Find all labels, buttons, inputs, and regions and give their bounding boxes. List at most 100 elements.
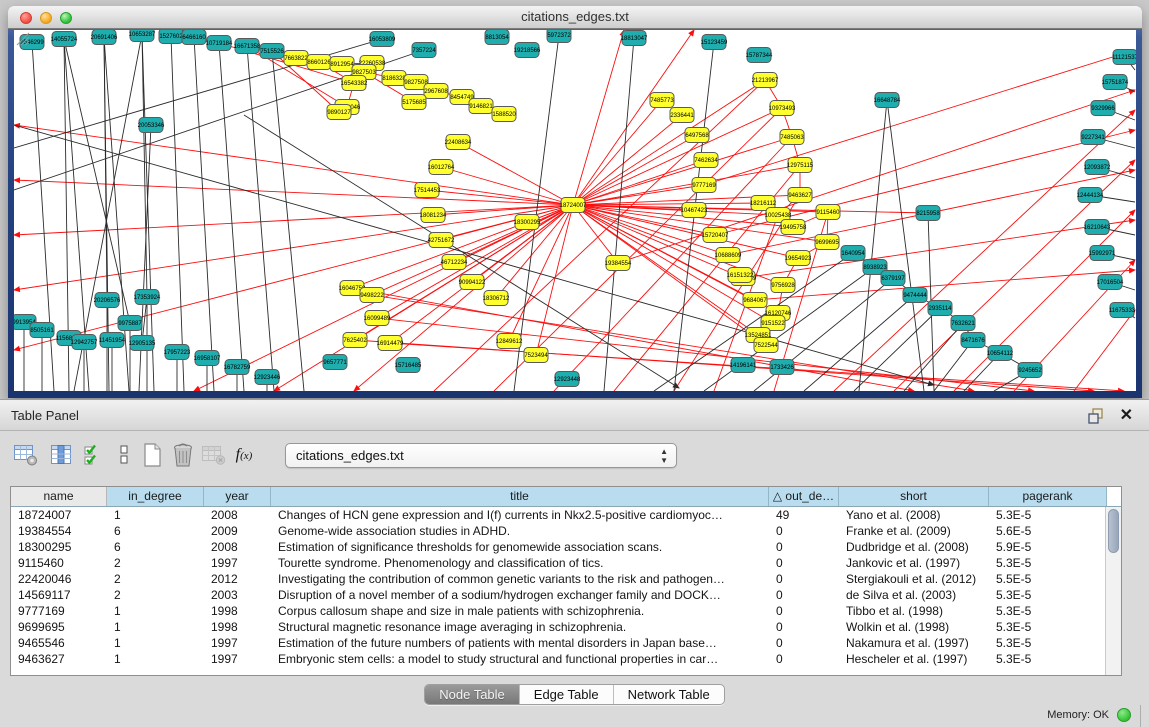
column-header-title[interactable]: title [271,487,769,506]
table-row[interactable]: 1456911722003Disruption of a novel membe… [11,587,1105,603]
network-node[interactable]: 8505161 [30,323,54,338]
network-node[interactable]: 15716485 [395,358,422,373]
network-node[interactable]: 16671358 [234,39,261,54]
table-row[interactable]: 969969511998Structural magnetic resonanc… [11,619,1105,635]
network-node[interactable]: 18813047 [621,31,648,46]
network-node[interactable]: 9115460 [816,205,840,220]
network-node[interactable]: 19495758 [780,220,807,235]
network-node[interactable]: 1588520 [492,107,516,122]
column-header-pagerank[interactable]: pagerank [989,487,1107,506]
network-node[interactable]: 11675333 [1109,303,1136,318]
network-node[interactable]: 12975115 [787,158,814,173]
network-node[interactable]: 18724007 [560,198,587,213]
network-node[interactable]: 7663822 [284,51,308,66]
network-node[interactable]: 9146821 [469,99,493,114]
network-node[interactable]: 9975887 [118,316,142,331]
network-node[interactable]: 17514453 [414,183,441,198]
network-node[interactable]: 42751672 [428,233,455,248]
window-titlebar[interactable]: citations_edges.txt [8,6,1142,29]
network-node[interactable]: 16151322 [727,268,754,283]
network-node[interactable]: 20691406 [91,30,118,45]
select-rows-icon[interactable] [80,441,108,469]
network-node[interactable]: 9498222 [360,288,384,303]
tab-edge-table[interactable]: Edge Table [520,685,614,704]
network-node[interactable]: 18300295 [514,215,541,230]
network-node[interactable]: 12923448 [554,372,581,387]
network-node[interactable]: 7522544 [754,338,778,353]
network-node[interactable]: 2935114 [928,301,952,316]
network-node[interactable]: 8813054 [485,30,509,45]
network-node[interactable]: 5972372 [547,30,571,43]
table-row[interactable]: 1830029562008Estimation of significance … [11,539,1105,555]
network-node[interactable]: 9329966 [1091,101,1115,116]
network-node[interactable]: 16648784 [874,93,901,108]
network-node[interactable]: 2336441 [670,108,694,123]
network-node[interactable]: 9245652 [1018,363,1042,378]
network-node[interactable]: 17957223 [164,345,191,360]
network-canvas[interactable]: 9546299140557242069140610653287152760264… [14,30,1136,391]
network-node[interactable]: 7462634 [694,153,718,168]
network-node[interactable]: 90994122 [459,275,486,290]
network-node[interactable]: 5175685 [402,95,426,110]
network-node[interactable]: 8186328 [382,71,406,86]
network-node[interactable]: 6466160 [182,30,206,45]
close-panel-icon[interactable]: ✕ [1120,405,1133,425]
network-node[interactable]: 11451954 [99,333,126,348]
network-node[interactable]: 11121537 [1112,50,1136,65]
network-node[interactable]: 46712234 [441,255,468,270]
network-node[interactable]: 7632621 [951,316,975,331]
delete-column-icon[interactable] [169,441,197,469]
network-node[interactable]: 16782759 [224,360,251,375]
network-node[interactable]: 18306712 [483,291,510,306]
network-node[interactable]: 16914479 [377,336,404,351]
network-node[interactable]: 12905135 [129,336,156,351]
network-node[interactable]: 15992971 [1089,246,1116,261]
network-node[interactable]: 15720407 [702,228,729,243]
table-row[interactable]: 1872400712008Changes of HCN gene express… [11,507,1105,523]
network-node[interactable]: 12942757 [71,335,98,350]
network-node[interactable]: 9699695 [815,235,839,250]
row-height-icon[interactable] [110,441,138,469]
table-row[interactable]: 946362711997Embryonic stem cells: a mode… [11,651,1105,667]
network-node[interactable]: 1733426 [770,360,794,375]
network-node[interactable]: 6379197 [881,271,905,286]
column-header-out_de[interactable]: △ out_de… [769,487,839,506]
network-node[interactable]: 8660126 [307,55,331,70]
network-node[interactable]: 15787344 [746,48,773,63]
network-node[interactable]: 16958107 [194,351,221,366]
network-node[interactable]: 20206576 [94,293,121,308]
network-node[interactable]: 19218566 [514,43,541,58]
tab-network-table[interactable]: Network Table [614,685,724,704]
network-node[interactable]: 7625402 [343,333,367,348]
network-node[interactable]: 12444134 [1077,188,1104,203]
network-node[interactable]: 10654112 [987,346,1014,361]
network-node[interactable]: 16053809 [369,32,396,47]
network-node[interactable]: 19384554 [605,256,632,271]
table-row[interactable]: 977716911998Corpus callosum shape and si… [11,603,1105,619]
table-row[interactable]: 2242004622012Investigating the contribut… [11,571,1105,587]
network-node[interactable]: 12093872 [1084,160,1111,175]
network-node[interactable]: 15123459 [701,35,728,50]
table-selector-dropdown[interactable]: citations_edges.txt ▲▼ [285,443,677,468]
network-node[interactable]: 7485063 [780,130,804,145]
network-node[interactable]: 14055724 [51,32,78,47]
network-node[interactable]: 10653287 [129,30,156,42]
network-node[interactable]: 9657771 [323,355,347,370]
network-node[interactable]: 20053346 [138,118,165,133]
network-node[interactable]: 16210643 [1084,220,1111,235]
network-node[interactable]: 8912954 [330,57,354,72]
new-table-icon[interactable] [138,441,166,469]
network-graph[interactable]: 9546299140557242069140610653287152760264… [14,30,1136,391]
network-node[interactable]: 10688609 [715,248,742,263]
network-node[interactable]: 8471676 [961,333,985,348]
network-node[interactable]: 9777169 [692,178,716,193]
network-node[interactable]: 9227341 [1081,130,1105,145]
network-node[interactable]: 7357224 [412,43,436,58]
column-header-name[interactable]: name [11,487,107,506]
network-node[interactable]: 9463627 [788,188,812,203]
network-node[interactable]: 16543382 [341,76,368,91]
network-node[interactable]: 21213967 [752,73,779,88]
column-visibility-icon[interactable] [47,441,75,469]
network-node[interactable]: 14196141 [730,358,757,373]
network-node[interactable]: 18081234 [420,208,447,223]
